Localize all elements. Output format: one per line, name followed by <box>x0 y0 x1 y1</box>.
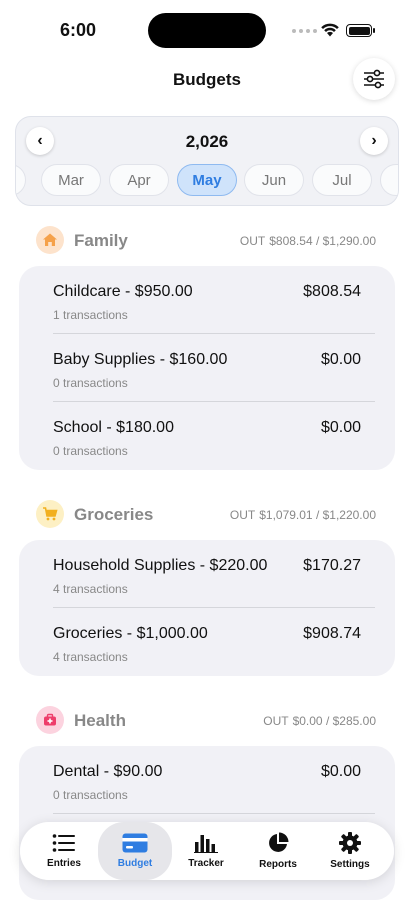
list-item[interactable]: Household Supplies - $220.00 4 transacti… <box>53 557 361 607</box>
item-transactions: 0 transactions <box>53 788 128 802</box>
out-label: OUT <box>239 234 266 248</box>
tab-entries[interactable]: Entries <box>28 822 100 880</box>
year-label: 2,026 <box>185 132 229 151</box>
battery-icon <box>346 24 375 37</box>
status-bar: 6:00 <box>0 0 414 58</box>
divider <box>53 401 375 402</box>
tab-budget[interactable]: Budget <box>98 822 172 880</box>
card-icon <box>122 833 148 853</box>
category-card-groceries: Household Supplies - $220.00 4 transacti… <box>19 540 395 676</box>
tab-tracker[interactable]: Tracker <box>170 822 242 880</box>
item-title: Dental - $90.00 <box>53 763 163 780</box>
category-out: OUT $0.00 / $285.00 <box>263 714 376 728</box>
list-item[interactable]: Childcare - $950.00 1 transactions $808.… <box>53 283 361 333</box>
divider <box>53 813 375 814</box>
tab-label: Reports <box>259 859 297 870</box>
list-item[interactable]: Dental - $90.00 0 transactions $0.00 <box>53 763 361 813</box>
out-value: $808.54 / $1,290.00 <box>269 234 376 248</box>
category-card-family: Childcare - $950.00 1 transactions $808.… <box>19 266 395 470</box>
gear-icon <box>339 832 361 854</box>
house-icon <box>36 226 64 254</box>
item-amount: $0.00 <box>320 419 361 436</box>
list-icon <box>52 834 75 852</box>
cart-icon <box>36 500 64 528</box>
item-amount: $170.27 <box>303 557 361 574</box>
category-header-health[interactable]: Health OUT $0.00 / $285.00 <box>36 706 376 734</box>
month-pill-partial[interactable] <box>16 164 26 196</box>
out-value: $0.00 / $285.00 <box>292 714 376 728</box>
out-label: OUT <box>229 508 256 522</box>
out-value: $1,079.01 / $1,220.00 <box>259 508 376 522</box>
item-transactions: 0 transactions <box>53 376 128 390</box>
sliders-icon <box>364 69 384 89</box>
item-transactions: 4 transactions <box>53 582 128 596</box>
item-amount: $808.54 <box>303 283 361 300</box>
item-title: School - $180.00 <box>53 419 174 436</box>
tab-label: Budget <box>117 858 153 869</box>
item-amount: $908.74 <box>303 625 361 642</box>
item-transactions: 0 transactions <box>53 444 128 458</box>
tab-reports[interactable]: Reports <box>242 822 314 880</box>
month-pill-partial[interactable] <box>380 164 398 196</box>
page-title: Budgets <box>173 70 241 89</box>
category-out: OUT $1,079.01 / $1,220.00 <box>230 508 376 522</box>
dynamic-island <box>148 13 266 48</box>
month-selector: ‹ 2,026 › Mar Apr May Jun Jul <box>15 116 399 206</box>
tab-label: Settings <box>330 859 370 870</box>
bar-chart-icon <box>194 835 218 853</box>
pie-chart-icon <box>269 832 289 852</box>
list-item[interactable]: School - $180.00 0 transactions $0.00 <box>53 419 361 469</box>
item-title: Baby Supplies - $160.00 <box>53 351 228 368</box>
list-item[interactable]: Groceries - $1,000.00 4 transactions $90… <box>53 625 361 675</box>
item-title: Household Supplies - $220.00 <box>53 557 268 574</box>
category-out: OUT $808.54 / $1,290.00 <box>240 234 376 248</box>
category-name: Groceries <box>74 505 154 524</box>
item-title: Childcare - $950.00 <box>53 283 193 300</box>
chevron-right-icon: › <box>371 132 377 149</box>
item-transactions: 1 transactions <box>53 308 128 322</box>
out-label: OUT <box>263 714 289 728</box>
filter-button[interactable] <box>353 58 395 100</box>
item-amount: $0.00 <box>320 351 361 368</box>
month-pill-apr[interactable]: Apr <box>109 164 169 196</box>
tab-label: Entries <box>47 858 81 869</box>
divider <box>53 607 375 608</box>
category-name: Family <box>74 231 128 250</box>
medical-kit-icon <box>36 706 64 734</box>
tab-label: Tracker <box>188 858 224 869</box>
divider <box>53 333 375 334</box>
month-pill-jul[interactable]: Jul <box>312 164 372 196</box>
month-row: Mar Apr May Jun Jul <box>16 164 398 198</box>
month-pill-mar[interactable]: Mar <box>41 164 101 196</box>
category-header-family[interactable]: Family OUT $808.54 / $1,290.00 <box>36 226 376 254</box>
status-time: 6:00 <box>60 20 97 40</box>
item-transactions: 4 transactions <box>53 650 128 664</box>
item-title: Groceries - $1,000.00 <box>53 625 208 642</box>
month-pill-jun[interactable]: Jun <box>244 164 304 196</box>
category-name: Health <box>74 711 126 730</box>
tab-bar: Entries Budget Tracker Reports Settings <box>20 822 394 880</box>
tab-settings[interactable]: Settings <box>314 822 386 880</box>
signal-icon <box>292 29 317 33</box>
next-year-button[interactable]: › <box>360 127 388 155</box>
list-item[interactable]: Baby Supplies - $160.00 0 transactions $… <box>53 351 361 401</box>
item-amount: $0.00 <box>320 763 361 780</box>
wifi-icon <box>321 23 339 37</box>
month-pill-may[interactable]: May <box>177 164 237 196</box>
category-header-groceries[interactable]: Groceries OUT $1,079.01 / $1,220.00 <box>36 500 376 528</box>
